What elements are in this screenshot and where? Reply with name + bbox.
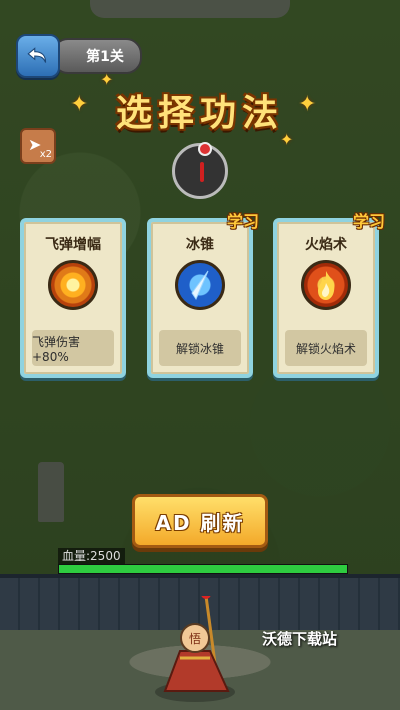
skill-name: 飞弹增幅 <box>45 237 101 253</box>
hp-label-text: 血量: <box>62 549 91 563</box>
learn-tag: 学习 <box>352 212 385 231</box>
skill-card-2[interactable]: 学习 冰锥 解锁冰锥 <box>147 212 259 378</box>
skill-card-3[interactable]: 学习 火焰术 解锁火焰术 <box>273 212 385 378</box>
hp-value: 2500 <box>90 549 121 563</box>
svg-text:悟: 悟 <box>189 631 201 646</box>
ice-cone-icon <box>175 260 225 310</box>
speed-label: x2 <box>39 149 52 160</box>
skill-description: 解锁火焰术 <box>285 330 367 366</box>
stone-lantern <box>38 462 64 522</box>
hp-label: 血量:2500 <box>58 548 125 564</box>
skill-card-1[interactable]: 飞弹增幅 飞弹伤害+80% <box>20 218 126 378</box>
hp-bar-fill <box>59 565 347 573</box>
level-indicator: 第1关 <box>52 38 142 74</box>
page-title: 选择功法 <box>115 93 284 134</box>
skill-name: 火焰术 <box>305 237 347 253</box>
stopwatch-knob <box>198 142 212 156</box>
stopwatch-icon <box>172 142 228 199</box>
top-decoration <box>90 0 290 18</box>
ad-refresh-button[interactable]: AD 刷新 <box>132 494 268 548</box>
watermark: 沃德下载站 <box>262 630 338 648</box>
skill-name: 冰锥 <box>186 237 214 253</box>
skill-description: 解锁冰锥 <box>159 330 241 366</box>
back-arrow-icon <box>27 47 47 63</box>
back-button[interactable] <box>16 34 60 78</box>
skill-description: 飞弹伤害+80% <box>32 330 114 366</box>
cursor-arrow-icon: ➤ <box>28 135 42 154</box>
hp-bar <box>58 564 348 574</box>
stopwatch-hand <box>200 162 204 182</box>
learn-tag: 学习 <box>226 212 259 231</box>
level-label: 第1关 <box>86 49 124 65</box>
fire-orb-icon <box>48 260 98 310</box>
flame-icon <box>301 260 351 310</box>
hero-character: 悟 <box>140 589 250 706</box>
